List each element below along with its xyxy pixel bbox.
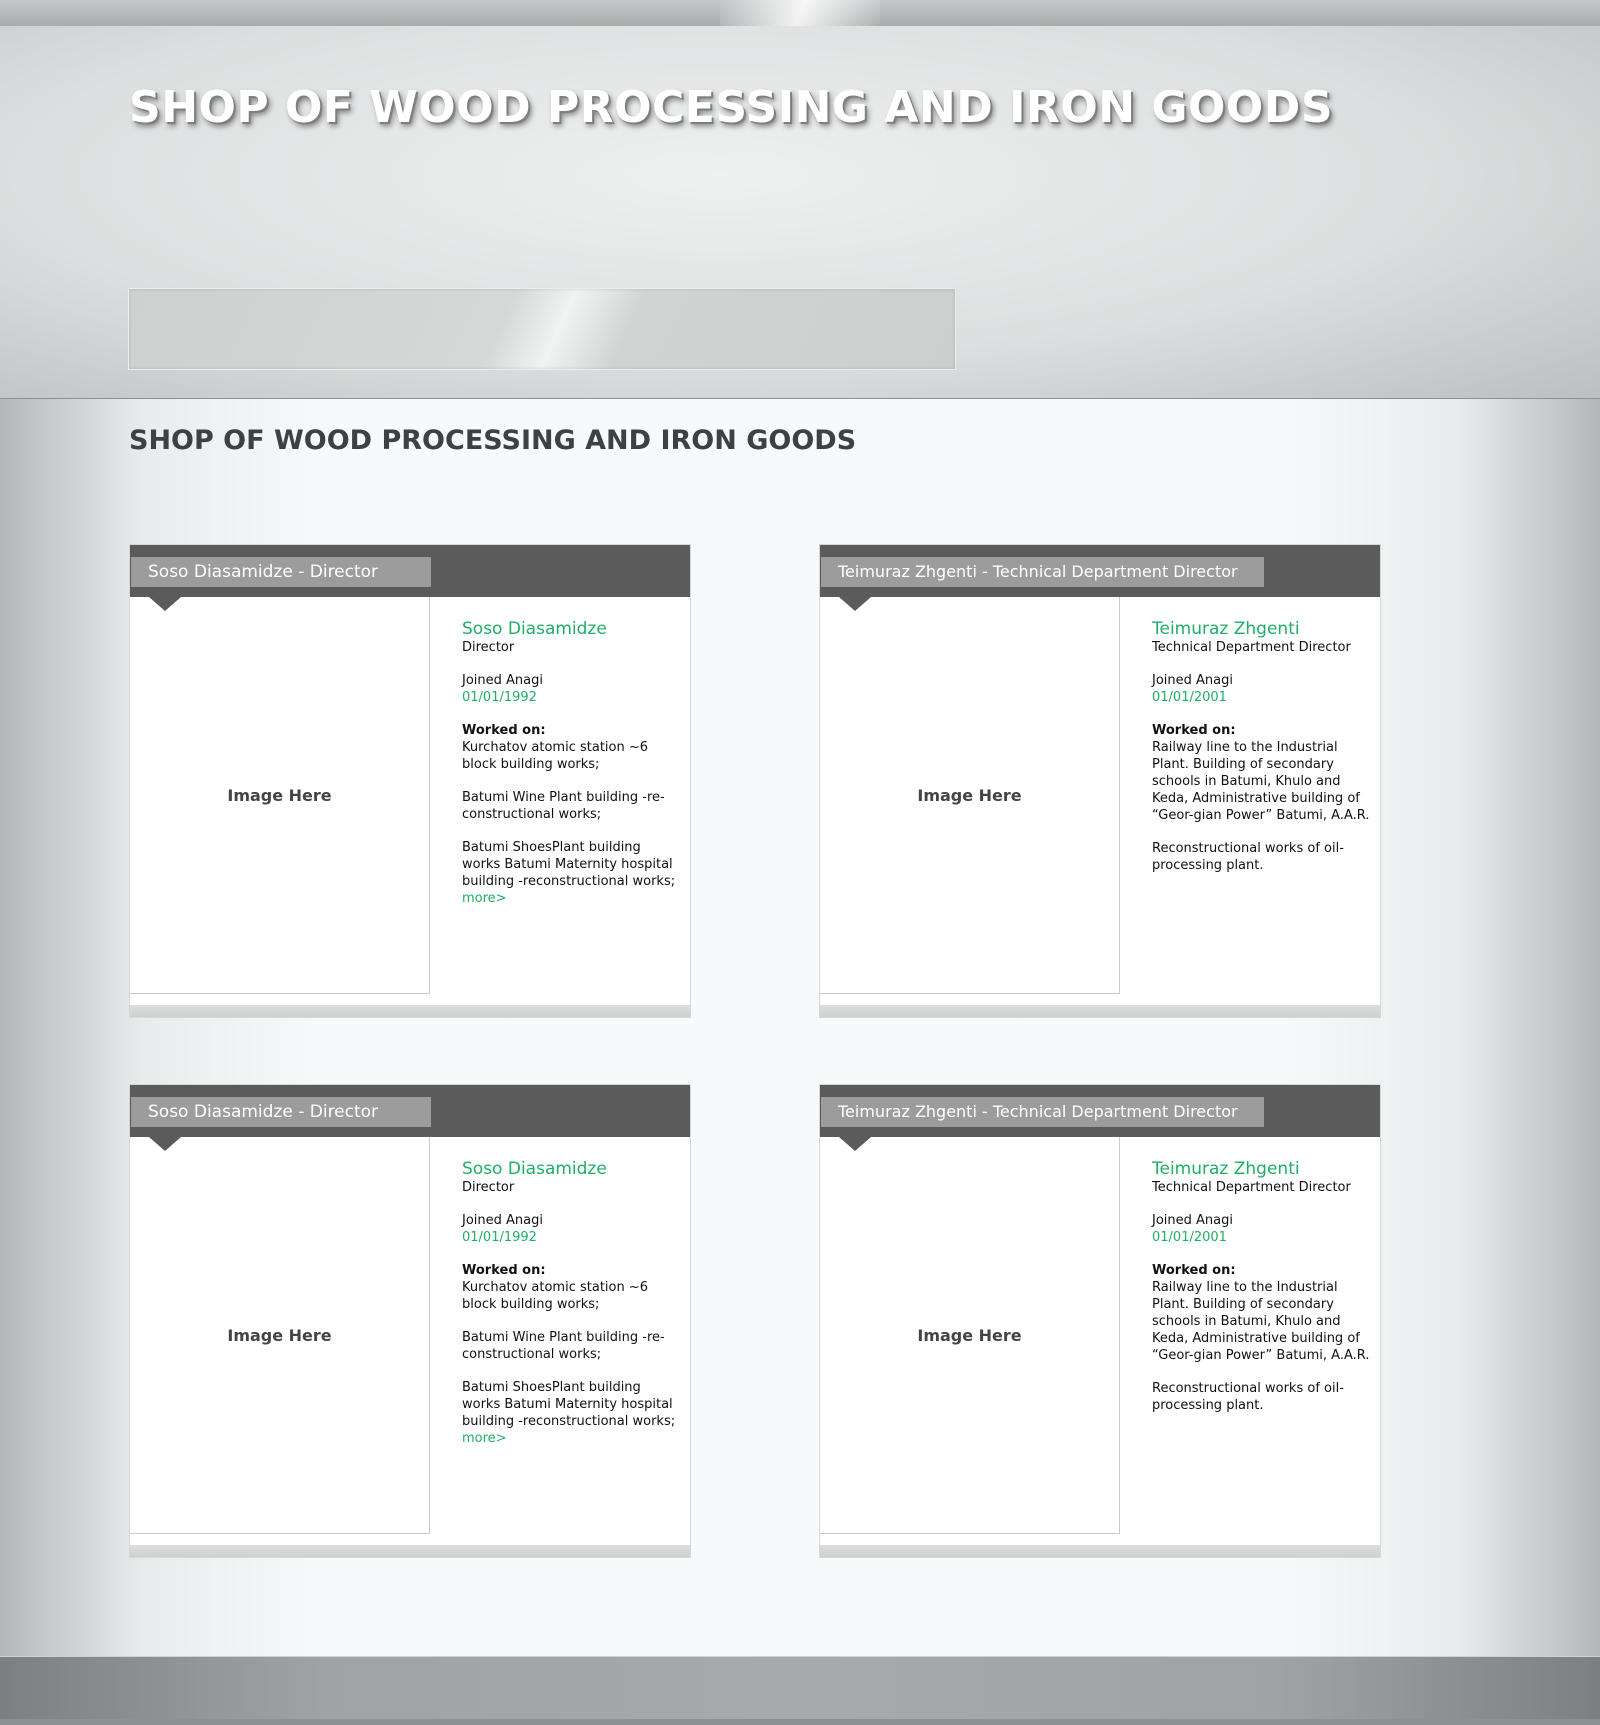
card-header-label: Soso Diasamidze - Director <box>131 1097 431 1127</box>
worked-on-label: Worked on: <box>462 723 546 738</box>
section-title: SHOP OF WOOD PROCESSING AND IRON GOODS <box>129 425 857 456</box>
card-header-label: Teimuraz Zhgenti - Technical Department … <box>821 557 1264 587</box>
image-placeholder-label: Image Here <box>227 1325 332 1345</box>
worked-on-label: Worked on: <box>462 1263 546 1278</box>
site-header: SHOP OF WOOD PROCESSING AND IRON GOODS <box>0 26 1600 399</box>
image-placeholder-label: Image Here <box>917 1325 1022 1345</box>
card-header: Soso Diasamidze - Director <box>130 545 690 597</box>
card-header-label: Soso Diasamidze - Director <box>131 557 431 587</box>
joined-label: Joined Anagi <box>462 673 543 688</box>
person-name: Teimuraz Zhgenti <box>1152 1159 1300 1179</box>
joined-date: 01/01/2001 <box>1152 1230 1227 1245</box>
worked-on-label: Worked on: <box>1152 723 1236 738</box>
person-name: Teimuraz Zhgenti <box>1152 619 1300 639</box>
work-item: Reconstructional works of oil-processing… <box>1152 841 1344 873</box>
person-name: Soso Diasamidze <box>462 619 607 639</box>
joined-date: 01/01/1992 <box>462 1230 537 1245</box>
staff-info: Teimuraz Zhgenti Technical Department Di… <box>1152 619 1372 874</box>
joined-date: 01/01/1992 <box>462 690 537 705</box>
staff-card: Soso Diasamidze - Director Image Here So… <box>129 1084 691 1558</box>
staff-info: Soso Diasamidze Director Joined Anagi 01… <box>462 1159 682 1447</box>
work-item: Reconstructional works of oil-processing… <box>1152 1381 1344 1413</box>
work-item: Kurchatov atomic station ~6 block buildi… <box>462 740 649 772</box>
staff-card: Soso Diasamidze - Director Image Here So… <box>129 544 691 1018</box>
staff-card: Teimuraz Zhgenti - Technical Department … <box>819 544 1381 1018</box>
more-link[interactable]: more> <box>462 1431 507 1446</box>
card-footer <box>820 1005 1380 1017</box>
person-role: Director <box>462 1180 515 1195</box>
card-header: Soso Diasamidze - Director <box>130 1085 690 1137</box>
staff-card: Teimuraz Zhgenti - Technical Department … <box>819 1084 1381 1558</box>
person-name: Soso Diasamidze <box>462 1159 607 1179</box>
card-footer <box>820 1545 1380 1557</box>
site-footer <box>0 1656 1600 1725</box>
site-title: SHOP OF WOOD PROCESSING AND IRON GOODS <box>129 82 1334 133</box>
image-placeholder: Image Here <box>820 1137 1120 1534</box>
joined-label: Joined Anagi <box>462 1213 543 1228</box>
joined-label: Joined Anagi <box>1152 1213 1233 1228</box>
image-placeholder: Image Here <box>130 597 430 994</box>
person-role: Director <box>462 640 515 655</box>
staff-info: Soso Diasamidze Director Joined Anagi 01… <box>462 619 682 907</box>
card-header: Teimuraz Zhgenti - Technical Department … <box>820 1085 1380 1137</box>
main-content: SHOP OF WOOD PROCESSING AND IRON GOODS S… <box>0 399 1600 1656</box>
image-placeholder-label: Image Here <box>227 785 332 805</box>
staff-info: Teimuraz Zhgenti Technical Department Di… <box>1152 1159 1372 1414</box>
image-placeholder-label: Image Here <box>917 785 1022 805</box>
work-item-text: Batumi ShoesPlant building works Batumi … <box>462 840 676 889</box>
work-item-text: Batumi ShoesPlant building works Batumi … <box>462 1380 676 1429</box>
image-placeholder: Image Here <box>130 1137 430 1534</box>
work-item: Railway line to the Industrial Plant. Bu… <box>1152 740 1370 823</box>
card-header: Teimuraz Zhgenti - Technical Department … <box>820 545 1380 597</box>
header-banner-box <box>128 288 956 370</box>
work-item: Railway line to the Industrial Plant. Bu… <box>1152 1280 1370 1363</box>
work-item: Batumi Wine Plant building -re-construct… <box>462 790 665 822</box>
person-role: Technical Department Director <box>1152 1180 1351 1195</box>
card-footer <box>130 1545 690 1557</box>
work-item-with-link: Batumi ShoesPlant building works Batumi … <box>462 839 682 907</box>
joined-label: Joined Anagi <box>1152 673 1233 688</box>
image-placeholder: Image Here <box>820 597 1120 994</box>
joined-date: 01/01/2001 <box>1152 690 1227 705</box>
person-role: Technical Department Director <box>1152 640 1351 655</box>
work-item-with-link: Batumi ShoesPlant building works Batumi … <box>462 1379 682 1447</box>
top-strip <box>0 0 1600 29</box>
work-item: Kurchatov atomic station ~6 block buildi… <box>462 1280 649 1312</box>
more-link[interactable]: more> <box>462 891 507 906</box>
card-footer <box>130 1005 690 1017</box>
card-header-label: Teimuraz Zhgenti - Technical Department … <box>821 1097 1264 1127</box>
work-item: Batumi Wine Plant building -re-construct… <box>462 1330 665 1362</box>
worked-on-label: Worked on: <box>1152 1263 1236 1278</box>
